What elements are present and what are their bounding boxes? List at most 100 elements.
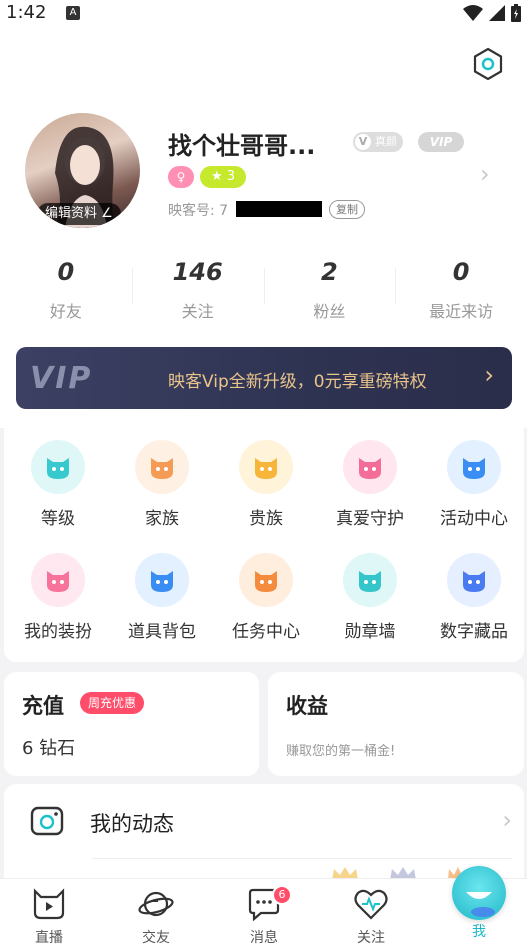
stats-row: 0 好友 146 关注 2 粉丝 0 最近来访 xyxy=(0,258,527,328)
vip-banner[interactable]: VIP 映客Vip全新升级，0元享重磅特权 › xyxy=(16,347,512,409)
chevron-right-icon: › xyxy=(502,806,512,834)
grid-item-medal[interactable]: 勋章墙 xyxy=(318,553,422,642)
stat-value: 2 xyxy=(321,258,338,286)
signal-icon xyxy=(489,5,505,21)
vip-badge[interactable]: VIP xyxy=(418,132,464,152)
planet-icon xyxy=(138,891,174,917)
stat-label: 好友 xyxy=(49,302,82,321)
unread-badge: 6 xyxy=(272,885,292,905)
my-dynamics-label: 我的动态 xyxy=(90,812,174,836)
grid-item-label: 等级 xyxy=(41,509,75,529)
promo-badge[interactable]: 周充优惠 xyxy=(80,692,145,714)
stat-label: 最近来访 xyxy=(429,302,494,321)
tab-friends[interactable]: 交友 xyxy=(116,887,196,947)
grid-item-noble[interactable]: 贵族 xyxy=(214,440,318,529)
tab-label: 我 xyxy=(472,924,486,940)
status-bar: 1:42 A xyxy=(0,0,527,28)
stat-label: 关注 xyxy=(181,302,214,321)
me-tab-avatar-icon[interactable] xyxy=(452,866,506,920)
stat-following[interactable]: 146 关注 xyxy=(131,258,264,328)
live-cat-icon xyxy=(33,888,65,920)
guard-icon xyxy=(343,440,397,494)
grid-item-collection[interactable]: 数字藏品 xyxy=(422,553,526,642)
earnings-card[interactable]: 收益 赚取您的第一桶金! xyxy=(268,672,524,776)
chevron-right-icon[interactable]: › xyxy=(480,160,490,188)
grid-item-label: 活动中心 xyxy=(440,509,508,529)
grid-item-guard[interactable]: 真爱守护 xyxy=(318,440,422,529)
tab-label: 直播 xyxy=(35,930,63,946)
grid-item-label: 家族 xyxy=(145,509,179,529)
family-icon xyxy=(135,440,189,494)
edit-profile-button[interactable]: 编辑资料 ∠ xyxy=(37,203,121,225)
diamond-balance: 6 钻石 xyxy=(22,738,76,759)
collection-icon xyxy=(447,553,501,607)
settings-hexagon-icon[interactable] xyxy=(471,47,505,81)
username: 找个壮哥哥... xyxy=(168,132,316,160)
v-badge-icon: V xyxy=(355,134,371,150)
redacted-id xyxy=(236,201,322,217)
recharge-title: 充值 xyxy=(22,694,64,718)
grid-item-label: 数字藏品 xyxy=(440,622,508,642)
feature-grid: 等级 家族 贵族 真爱守护 活动中心我的装扮 道具背包 任务中心 勋章墙 数字藏品 xyxy=(4,420,524,662)
notification-a-icon: A xyxy=(66,6,80,20)
stat-friends[interactable]: 0 好友 xyxy=(0,258,132,328)
gender-tag-icon: ♀ xyxy=(168,166,194,188)
earnings-title: 收益 xyxy=(286,694,328,718)
grid-item-backpack[interactable]: 道具背包 xyxy=(110,553,214,642)
stat-visitors[interactable]: 0 最近来访 xyxy=(395,258,527,328)
grid-item-label: 我的装扮 xyxy=(24,622,92,642)
bottom-tab-bar: 直播 交友 6 消息 关注 我 xyxy=(0,878,527,947)
tab-label: 交友 xyxy=(142,930,170,946)
level-value: 3 xyxy=(226,169,236,184)
grid-item-label: 真爱守护 xyxy=(336,509,404,529)
noble-icon xyxy=(239,440,293,494)
stat-label: 粉丝 xyxy=(313,302,346,321)
system-icons xyxy=(463,4,521,22)
profile-header: 编辑资料 ∠ 找个壮哥哥... V 真颜 VIP › ♀ ★ 3 映客号: 7 … xyxy=(0,28,527,428)
grid-item-label: 道具背包 xyxy=(128,622,196,642)
stat-value: 146 xyxy=(172,258,223,286)
level-icon xyxy=(31,440,85,494)
backpack-icon xyxy=(135,553,189,607)
battery-icon xyxy=(511,4,521,22)
status-time: 1:42 xyxy=(6,2,47,23)
activity-icon xyxy=(447,440,501,494)
grid-item-activity[interactable]: 活动中心 xyxy=(422,440,526,529)
grid-item-label: 勋章墙 xyxy=(344,622,396,642)
tab-label: 关注 xyxy=(357,930,385,946)
medal-icon xyxy=(343,553,397,607)
task-icon xyxy=(239,553,293,607)
stat-fans[interactable]: 2 粉丝 xyxy=(263,258,396,328)
grid-item-outfit[interactable]: 我的装扮 xyxy=(6,553,110,642)
account-id: 映客号: 7 xyxy=(168,203,229,219)
stat-value: 0 xyxy=(452,258,470,286)
grid-item-family[interactable]: 家族 xyxy=(110,440,214,529)
recharge-card[interactable]: 充值 周充优惠 6 钻石 xyxy=(4,672,259,776)
tab-label: 消息 xyxy=(250,930,278,946)
stat-value: 0 xyxy=(57,258,75,286)
grid-item-task[interactable]: 任务中心 xyxy=(214,553,318,642)
level-tag: ★ 3 xyxy=(200,166,246,188)
camera-icon xyxy=(30,806,64,836)
edit-profile-label: 编辑资料 xyxy=(45,206,98,221)
earnings-subtitle: 赚取您的第一桶金! xyxy=(286,744,396,759)
outfit-icon xyxy=(31,553,85,607)
wifi-icon xyxy=(463,5,483,21)
chevron-right-icon: › xyxy=(484,361,494,389)
avatar[interactable]: 编辑资料 ∠ xyxy=(25,113,140,228)
tab-live[interactable]: 直播 xyxy=(9,887,89,947)
copy-id-button[interactable]: 复制 xyxy=(329,200,365,219)
real-face-label: 真颜 xyxy=(375,135,397,148)
tab-messages[interactable]: 6 消息 xyxy=(224,885,304,947)
vip-logo: VIP xyxy=(30,361,93,396)
grid-item-label: 任务中心 xyxy=(232,622,300,642)
tab-me[interactable]: 我 xyxy=(439,921,519,941)
real-face-badge: V 真颜 xyxy=(353,132,403,152)
heart-pulse-icon xyxy=(354,889,388,920)
divider xyxy=(92,858,512,859)
smile-face-icon xyxy=(466,892,495,917)
grid-item-label: 贵族 xyxy=(249,509,283,529)
tab-follow[interactable]: 关注 xyxy=(331,887,411,947)
grid-item-level[interactable]: 等级 xyxy=(6,440,110,529)
vip-banner-text: 映客Vip全新升级，0元享重磅特权 xyxy=(168,372,427,392)
